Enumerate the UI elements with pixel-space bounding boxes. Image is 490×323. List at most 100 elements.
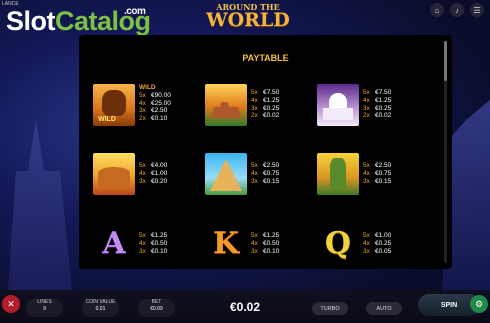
- pay-value: €0.02: [375, 112, 392, 120]
- letter-k-icon: K: [212, 226, 240, 261]
- pay-count: 4x: [363, 169, 370, 177]
- coin-value-label: COIN VALUE: [85, 299, 116, 305]
- menu-icon[interactable]: ☰: [470, 3, 484, 17]
- bet-value: €0.09: [150, 306, 163, 312]
- pay-count: 3x: [251, 177, 258, 185]
- bet-label: BET: [151, 299, 162, 305]
- colosseum-icon: [93, 153, 135, 195]
- pay-count: 5x: [363, 232, 370, 239]
- pay-value: €0.05: [375, 247, 392, 255]
- pay-count: 3x: [251, 247, 258, 255]
- pay-value: €25.00: [151, 99, 171, 107]
- moai-icon: [317, 153, 359, 195]
- letter-a-pays: 5x €1.25 4x €0.50 3x €0.10: [139, 232, 167, 255]
- pay-count: 5x: [251, 89, 258, 96]
- close-paytable-icon[interactable]: ✕: [2, 295, 20, 313]
- pay-value: €0.10: [151, 115, 168, 123]
- paytable-scrollbar[interactable]: [444, 41, 447, 263]
- coin-value-stat: COIN VALUE 0.01: [82, 299, 119, 312]
- gorilla-wild-icon: WILD: [93, 84, 135, 126]
- taj-mahal-icon: [317, 84, 359, 126]
- pay-count: 3x: [363, 247, 370, 255]
- great-wall-pays: 5x €7.50 4x €1.25 3x €0.25 2x €0.02: [251, 89, 279, 120]
- pay-count: 4x: [251, 239, 258, 247]
- letter-k-pays: 5x €1.25 4x €0.50 3x €0.10: [251, 232, 279, 255]
- win-amount: €0.02: [229, 300, 261, 314]
- pay-count: 5x: [363, 162, 370, 169]
- pay-value: €7.50: [375, 89, 392, 96]
- pay-value: €7.50: [263, 89, 280, 96]
- top-icons: ⌂ ♪ ☰: [430, 3, 484, 17]
- letter-a-icon: A: [102, 226, 126, 261]
- symbol-colosseum: 5x €4.00 4x €1.00 3x €0.20: [93, 153, 219, 197]
- pay-value: €90.00: [151, 91, 171, 99]
- pay-count: 5x: [139, 91, 146, 99]
- pay-count: 5x: [139, 162, 146, 169]
- pay-value: €0.25: [375, 239, 392, 247]
- pay-count: 4x: [139, 239, 146, 247]
- pay-value: €0.25: [375, 104, 392, 112]
- pay-value: €0.20: [151, 177, 168, 185]
- pay-count: 3x: [139, 107, 146, 115]
- scrollbar-thumb[interactable]: [444, 41, 447, 81]
- pay-value: €2.50: [375, 162, 392, 169]
- symbol-letter-a: A 5x €1.25 4x €0.50 3x €0.10: [93, 223, 219, 267]
- symbol-gorilla: WILD WILD 5x €90.00 4x €25.00 3x €2.50 2x €0…: [93, 84, 219, 128]
- symbol-taj-mahal: 5x €7.50 4x €1.25 3x €0.25 2x €0.02: [317, 84, 443, 128]
- pay-count: 4x: [363, 239, 370, 247]
- game-screen: LANCE SlotCatalog .com AROUND THE WORLD …: [0, 0, 490, 323]
- pay-value: €0.15: [375, 177, 392, 185]
- moai-pays: 5x €2.50 4x €0.75 3x €0.15: [363, 162, 391, 185]
- pay-value: €0.50: [263, 239, 280, 247]
- pay-value: €0.75: [263, 169, 280, 177]
- pay-value: €0.25: [263, 104, 280, 112]
- slotcatalog-watermark: SlotCatalog .com: [6, 6, 151, 35]
- colosseum-pays: 5x €4.00 4x €1.00 3x €0.20: [139, 162, 167, 185]
- pay-count: 3x: [139, 247, 146, 255]
- lines-value: 9: [43, 306, 46, 312]
- pay-value: €0.10: [151, 247, 168, 255]
- pay-count: 2x: [251, 112, 258, 120]
- lines-stat: LINES 9: [26, 299, 63, 312]
- game-logo: AROUND THE WORLD: [200, 3, 296, 33]
- pay-count: 3x: [363, 104, 370, 112]
- volume-icon[interactable]: ♪: [450, 3, 464, 17]
- pay-count: 4x: [139, 99, 146, 107]
- symbol-letter-k: K 5x €1.25 4x €0.50 3x €0.10: [205, 223, 331, 267]
- bet-settings-icon[interactable]: ⚙: [470, 295, 488, 313]
- pay-count: 4x: [251, 169, 258, 177]
- pay-count: 3x: [139, 177, 146, 185]
- pay-value: €0.15: [263, 177, 280, 185]
- bet-stat: BET €0.09: [138, 299, 175, 312]
- home-icon[interactable]: ⌂: [430, 3, 444, 17]
- gorilla-wild-tag: WILD: [98, 116, 116, 123]
- watermark-com: .com: [124, 6, 146, 17]
- pay-count: 2x: [363, 112, 370, 120]
- pay-value: €4.00: [151, 162, 168, 169]
- pay-count: 4x: [251, 96, 258, 104]
- pyramid-pays: 5x €2.50 4x €0.75 3x €0.15: [251, 162, 279, 185]
- coin-value: 0.01: [95, 306, 106, 312]
- turbo-button[interactable]: TURBO: [312, 302, 348, 315]
- pay-count: 5x: [139, 232, 146, 239]
- symbol-letter-q: Q 5x €1.00 4x €0.25 3x €0.05: [317, 223, 443, 267]
- pay-count: 5x: [363, 89, 370, 96]
- letter-q-pays: 5x €1.00 4x €0.25 3x €0.05: [363, 232, 391, 255]
- pay-value: €2.50: [151, 107, 168, 115]
- pay-value: €1.00: [375, 232, 392, 239]
- pay-value: €1.25: [263, 232, 280, 239]
- lines-label: LINES: [37, 299, 52, 305]
- symbol-moai: 5x €2.50 4x €0.75 3x €0.15: [317, 153, 443, 197]
- pay-value: €2.50: [263, 162, 280, 169]
- auto-button[interactable]: AUTO: [366, 302, 402, 315]
- pay-value: €0.50: [151, 239, 168, 247]
- letter-q-icon: Q: [324, 226, 352, 261]
- background-temple: [8, 120, 72, 290]
- great-wall-icon: [205, 84, 247, 126]
- logo-line-2: WORLD: [206, 9, 290, 31]
- pay-value: €1.25: [151, 232, 168, 239]
- paytable-title: PAYTABLE: [242, 53, 289, 63]
- symbol-pyramid: 5x €2.50 4x €0.75 3x €0.15: [205, 153, 331, 197]
- pay-value: €0.02: [263, 112, 280, 120]
- pay-count: 5x: [251, 162, 258, 169]
